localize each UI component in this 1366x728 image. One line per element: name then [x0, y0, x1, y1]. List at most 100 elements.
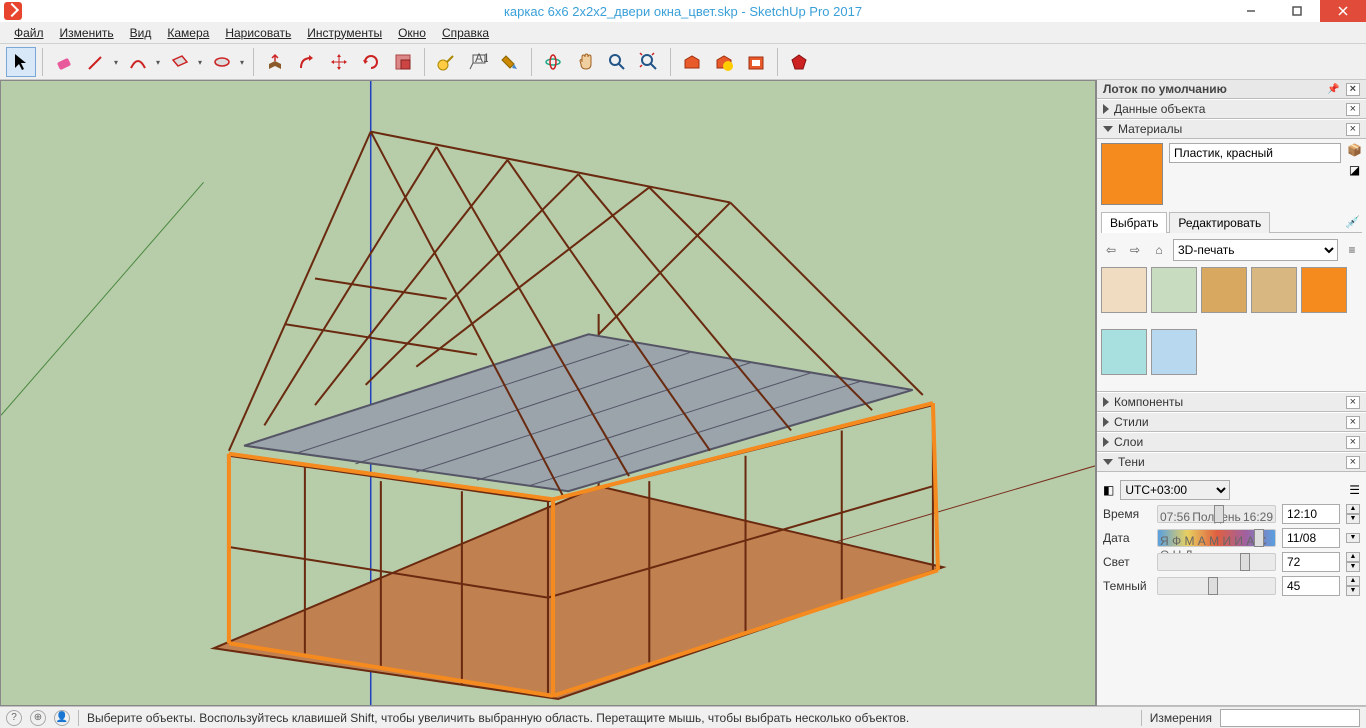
tab-select[interactable]: Выбрать: [1101, 212, 1167, 233]
panel-components[interactable]: Компоненты×: [1097, 392, 1366, 412]
library-select[interactable]: 3D-печать: [1173, 239, 1338, 261]
menu-bar: Файл Изменить Вид Камера Нарисовать Инст…: [0, 22, 1366, 44]
spin-up[interactable]: ▲: [1346, 552, 1360, 562]
close-button[interactable]: [1320, 0, 1366, 22]
tool-select[interactable]: [6, 47, 36, 77]
maximize-button[interactable]: [1274, 0, 1320, 22]
home-icon[interactable]: ⌂: [1149, 243, 1169, 257]
tool-ruby-console[interactable]: [784, 47, 814, 77]
tool-zoom-extents[interactable]: [634, 47, 664, 77]
close-icon[interactable]: ×: [1346, 123, 1360, 136]
menu-draw[interactable]: Нарисовать: [217, 24, 299, 42]
spin-dropdown[interactable]: ▼: [1346, 533, 1360, 543]
tool-text[interactable]: A1: [463, 47, 493, 77]
timezone-select[interactable]: UTC+03:00: [1120, 480, 1230, 500]
dark-label: Темный: [1103, 579, 1151, 593]
dark-slider[interactable]: [1157, 577, 1276, 595]
tool-paint[interactable]: [495, 47, 525, 77]
spin-down[interactable]: ▼: [1346, 514, 1360, 524]
close-icon[interactable]: ×: [1346, 103, 1360, 116]
tool-tape[interactable]: [431, 47, 461, 77]
geo-icon[interactable]: ⊕: [30, 710, 46, 726]
tool-rotate[interactable]: [356, 47, 386, 77]
nav-back-icon[interactable]: ⇦: [1101, 243, 1121, 257]
tool-arc[interactable]: [123, 47, 163, 77]
material-name-input[interactable]: Пластик, красный: [1169, 143, 1341, 163]
tool-line[interactable]: [81, 47, 121, 77]
close-icon[interactable]: ×: [1346, 436, 1360, 449]
tool-rect[interactable]: [165, 47, 205, 77]
tool-offset[interactable]: [292, 47, 322, 77]
tool-move[interactable]: [324, 47, 354, 77]
swatch-grid: [1101, 267, 1362, 387]
tool-orbit[interactable]: [538, 47, 568, 77]
create-material-icon[interactable]: 📦: [1347, 143, 1362, 157]
panel-shadows[interactable]: Тени×: [1097, 452, 1366, 472]
shadow-toggle-icon[interactable]: ◧: [1103, 483, 1114, 497]
nav-fwd-icon[interactable]: ⇨: [1125, 243, 1145, 257]
panel-styles[interactable]: Стили×: [1097, 412, 1366, 432]
spin-down[interactable]: ▼: [1346, 562, 1360, 572]
spin-up[interactable]: ▲: [1346, 504, 1360, 514]
menu-help[interactable]: Справка: [434, 24, 497, 42]
default-material-icon[interactable]: ◪: [1349, 163, 1360, 177]
pin-icon[interactable]: 📌: [1324, 84, 1342, 95]
viewport-3d[interactable]: [0, 80, 1096, 706]
date-slider[interactable]: Я Ф М А М И И А С О Н Д: [1157, 529, 1276, 547]
time-slider[interactable]: 07:56Полдень16:29: [1157, 505, 1276, 523]
tool-eraser[interactable]: [49, 47, 79, 77]
eyedropper-icon[interactable]: 💉: [1343, 213, 1362, 231]
window-controls: [1228, 0, 1366, 22]
materials-body: Пластик, красный 📦 ◪ Выбрать Редактирова…: [1097, 139, 1366, 392]
tool-pushpull[interactable]: [260, 47, 290, 77]
tool-3dwarehouse[interactable]: [677, 47, 707, 77]
date-value[interactable]: 11/08: [1282, 528, 1340, 548]
material-swatch[interactable]: [1151, 267, 1197, 313]
help-icon[interactable]: ?: [6, 710, 22, 726]
current-material-swatch[interactable]: [1101, 143, 1163, 205]
material-swatch[interactable]: [1251, 267, 1297, 313]
tool-circle[interactable]: [207, 47, 247, 77]
spin-down[interactable]: ▼: [1346, 586, 1360, 596]
tool-scale[interactable]: [388, 47, 418, 77]
material-swatch[interactable]: [1101, 329, 1147, 375]
dark-value[interactable]: 45: [1282, 576, 1340, 596]
tool-extension-warehouse[interactable]: [741, 47, 771, 77]
user-icon[interactable]: 👤: [54, 710, 70, 726]
material-swatch[interactable]: [1101, 267, 1147, 313]
panel-layers[interactable]: Слои×: [1097, 432, 1366, 452]
close-icon[interactable]: ×: [1346, 83, 1360, 96]
menu-window[interactable]: Окно: [390, 24, 434, 42]
material-swatch[interactable]: [1151, 329, 1197, 375]
menu-tools[interactable]: Инструменты: [299, 24, 390, 42]
close-icon[interactable]: ×: [1346, 416, 1360, 429]
shadow-settings-icon[interactable]: ☰: [1349, 483, 1360, 497]
material-swatch[interactable]: [1301, 267, 1347, 313]
tool-zoom[interactable]: [602, 47, 632, 77]
tray-title[interactable]: Лоток по умолчанию 📌 ×: [1097, 80, 1366, 99]
light-label: Свет: [1103, 555, 1151, 569]
status-hint: Выберите объекты. Воспользуйтесь клавише…: [87, 711, 1133, 725]
panel-materials[interactable]: Материалы×: [1097, 119, 1366, 139]
spin-up[interactable]: ▲: [1346, 576, 1360, 586]
menu-view[interactable]: Вид: [122, 24, 160, 42]
minimize-button[interactable]: [1228, 0, 1274, 22]
menu-edit[interactable]: Изменить: [52, 24, 122, 42]
menu-camera[interactable]: Камера: [159, 24, 217, 42]
time-value[interactable]: 12:10: [1282, 504, 1340, 524]
panel-entity-info[interactable]: Данные объекта×: [1097, 99, 1366, 119]
light-slider[interactable]: [1157, 553, 1276, 571]
close-icon[interactable]: ×: [1346, 456, 1360, 469]
material-swatch[interactable]: [1201, 267, 1247, 313]
menu-file[interactable]: Файл: [6, 24, 52, 42]
tool-pan[interactable]: [570, 47, 600, 77]
measurements-input[interactable]: [1220, 709, 1360, 727]
details-icon[interactable]: ≡: [1342, 243, 1362, 257]
toolbar: A1: [0, 44, 1366, 80]
svg-text:A1: A1: [475, 52, 488, 65]
tab-edit[interactable]: Редактировать: [1169, 212, 1270, 233]
date-label: Дата: [1103, 531, 1151, 545]
tool-3dwarehouse-upload[interactable]: [709, 47, 739, 77]
light-value[interactable]: 72: [1282, 552, 1340, 572]
close-icon[interactable]: ×: [1346, 396, 1360, 409]
